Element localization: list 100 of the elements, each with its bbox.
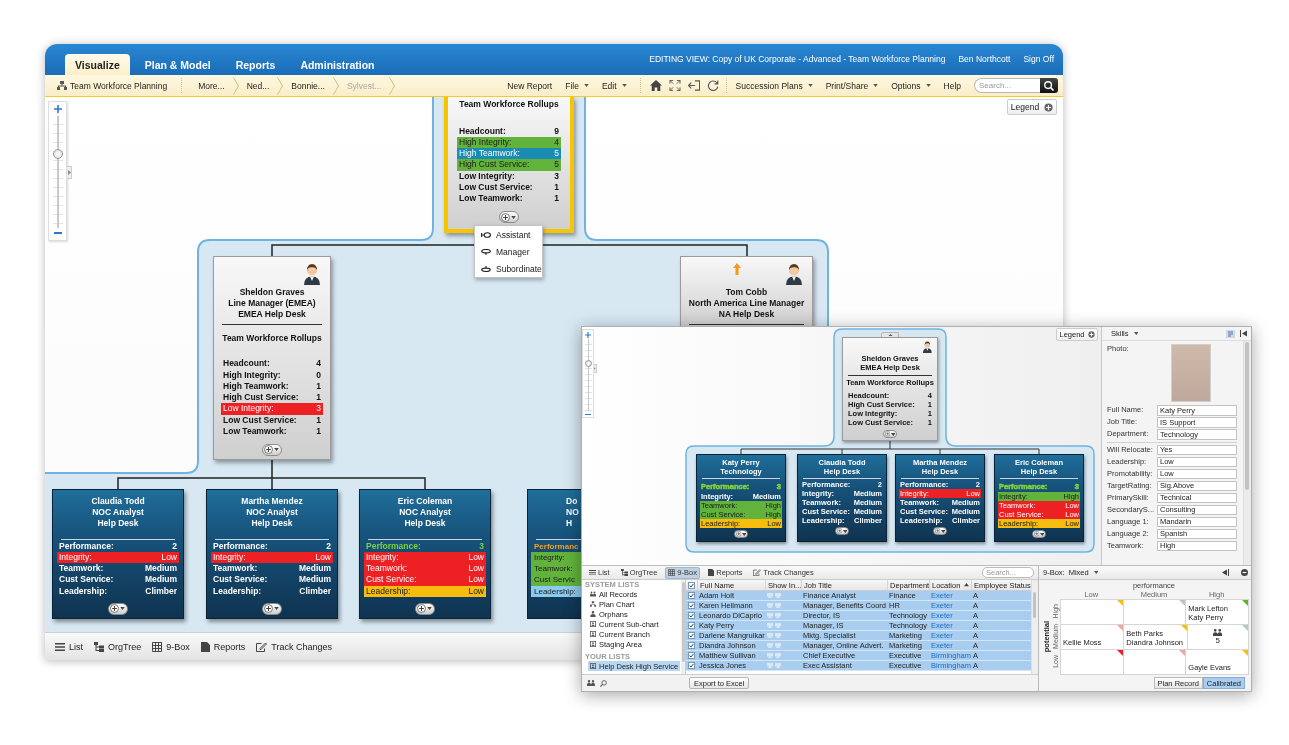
menu-item[interactable]: Subordinate bbox=[475, 260, 542, 277]
collapse-icon[interactable] bbox=[1222, 569, 1229, 576]
job-title: NO bbox=[565, 506, 580, 518]
user-link[interactable]: Ben Northcott bbox=[958, 54, 1011, 64]
zoom-in-icon[interactable] bbox=[585, 332, 591, 338]
menu-button[interactable]: File bbox=[565, 80, 589, 91]
exit-icon[interactable] bbox=[687, 80, 700, 91]
rollup-value: 1 bbox=[316, 380, 321, 393]
add-button[interactable] bbox=[262, 603, 282, 615]
employee-card[interactable]: Eric Coleman NOC Analyst Help Desk Performance: 3 Integrity: Low Teamwork: Low Cust Service: Low Leadership: Low bbox=[359, 489, 491, 619]
checkbox[interactable] bbox=[688, 632, 695, 639]
scrollbar[interactable] bbox=[1243, 341, 1251, 565]
rollup-label: High Teamwork: bbox=[459, 148, 520, 160]
org-node[interactable]: Sheldon Graves Line Manager (EMEA) EMEA Help Desk Team Workforce Rollups Headcount: 4 High Integrity: 0 High Teamwork: 1 High Cust Service: 1 Low Integrity: 3 Low Cust Service: 1 Low Teamwork: 1 bbox=[213, 256, 331, 460]
breadcrumb-link[interactable]: More... bbox=[192, 80, 231, 91]
menu-item[interactable]: Manager bbox=[475, 243, 542, 260]
menu-button[interactable]: New Report bbox=[507, 80, 553, 91]
search-field[interactable]: Search... bbox=[974, 78, 1040, 93]
grid-cell[interactable]: 5 bbox=[1186, 624, 1249, 650]
menu-button[interactable]: Options bbox=[891, 80, 931, 91]
nav-tab[interactable]: Administration bbox=[290, 54, 385, 75]
checkbox[interactable] bbox=[688, 592, 695, 599]
slider-thumb[interactable] bbox=[52, 148, 63, 159]
slider-thumb[interactable] bbox=[584, 360, 592, 368]
menu-button[interactable]: Edit bbox=[601, 80, 627, 91]
checkbox[interactable] bbox=[688, 602, 695, 609]
employee-name: Sheldon Graves bbox=[238, 286, 306, 298]
node-link-icon bbox=[481, 265, 491, 272]
checkbox[interactable] bbox=[688, 642, 695, 649]
home-icon[interactable] bbox=[649, 80, 662, 91]
rollup-label: High Cust Service: bbox=[223, 392, 299, 404]
checkbox[interactable] bbox=[688, 581, 695, 589]
nav-tab[interactable]: Reports bbox=[225, 54, 286, 75]
org-tree-icon bbox=[94, 641, 104, 652]
sign-off-link[interactable]: Sign Off bbox=[1023, 54, 1054, 64]
monitor-icon bbox=[767, 653, 773, 658]
nav-tab[interactable]: Visualize bbox=[65, 54, 130, 75]
nav-tab[interactable]: Plan & Model bbox=[134, 54, 221, 75]
count-label: 5 bbox=[1215, 636, 1221, 646]
add-button[interactable] bbox=[1032, 530, 1046, 538]
rollup-title: Team Workforce Rollups bbox=[221, 332, 323, 344]
view-button[interactable]: 9-Box bbox=[152, 641, 190, 652]
menu-button[interactable]: Help bbox=[943, 80, 961, 91]
view-button[interactable]: List bbox=[55, 641, 83, 652]
add-button[interactable] bbox=[415, 603, 435, 615]
zoom-in-icon[interactable] bbox=[53, 105, 62, 113]
view-button[interactable]: OrgTree bbox=[94, 641, 142, 652]
caret-icon bbox=[807, 84, 813, 87]
add-button[interactable] bbox=[262, 443, 282, 456]
metric-label: Cust Service: bbox=[59, 574, 114, 586]
edit-icon bbox=[753, 569, 762, 576]
grid-cell[interactable] bbox=[1060, 649, 1124, 675]
add-button[interactable] bbox=[835, 527, 849, 535]
caret-icon bbox=[940, 529, 945, 533]
grid-cell[interactable] bbox=[1060, 599, 1124, 625]
rollup-value: 4 bbox=[554, 136, 559, 149]
checkbox[interactable] bbox=[688, 652, 695, 659]
view-button[interactable]: Reports bbox=[200, 641, 246, 652]
grid-cell[interactable] bbox=[1122, 649, 1187, 675]
people-icon[interactable] bbox=[587, 679, 595, 687]
add-button[interactable] bbox=[883, 430, 897, 438]
employee-card[interactable]: Do NO H Performanc Integrity: Teamwork: Cust Servic Leadership: bbox=[527, 489, 581, 619]
org-node[interactable]: Tom Cobb North America Line Manager NA Help Desk bbox=[680, 256, 813, 327]
department-name: Help Desk bbox=[96, 517, 140, 529]
search-button[interactable] bbox=[1040, 78, 1058, 93]
expand-handle[interactable] bbox=[594, 364, 597, 373]
minus-circle-icon[interactable] bbox=[1241, 569, 1248, 576]
menu-button[interactable]: Succession Plans bbox=[735, 80, 813, 91]
grid-cell[interactable] bbox=[1122, 599, 1187, 625]
employee-card[interactable]: Martha Mendez NOC Analyst Help Desk Performance: 2 Integrity: Low Teamwork: Medium Cust Service: Medium Leadership: Climber bbox=[206, 489, 338, 619]
metric-label: Performanc bbox=[534, 540, 579, 552]
collapse-button[interactable] bbox=[881, 332, 899, 337]
menu-button[interactable]: Print/Share bbox=[825, 80, 879, 91]
refresh-icon[interactable] bbox=[706, 80, 719, 91]
checkbox[interactable] bbox=[688, 662, 695, 669]
rollup-label: Low Cust Service: bbox=[223, 414, 297, 427]
add-button[interactable] bbox=[933, 527, 947, 535]
add-button[interactable] bbox=[499, 211, 519, 224]
employee-card[interactable]: Claudia Todd NOC Analyst Help Desk Performance: 2 Integrity: Low Teamwork: Medium Cust Service: Medium Leadership: Climber bbox=[52, 489, 184, 619]
metric-value: Low bbox=[468, 563, 484, 575]
add-button[interactable] bbox=[734, 530, 748, 538]
monitor-icon bbox=[767, 593, 773, 598]
view-button[interactable]: Track Changes bbox=[256, 641, 332, 652]
checkbox[interactable] bbox=[688, 622, 695, 629]
metric-value: Low bbox=[468, 574, 484, 586]
org-chart-icon bbox=[57, 81, 67, 90]
rollup-value: 9 bbox=[554, 125, 559, 137]
add-button[interactable] bbox=[108, 603, 128, 615]
department-name: Help Desk bbox=[250, 517, 294, 529]
fit-screen-icon[interactable] bbox=[668, 80, 681, 91]
checkbox[interactable] bbox=[688, 612, 695, 619]
expand-handle[interactable] bbox=[67, 166, 72, 179]
person-icon bbox=[304, 263, 320, 285]
breadcrumb-link[interactable]: Bonnie... bbox=[285, 80, 331, 91]
collapse-icon[interactable] bbox=[1240, 330, 1247, 337]
search-icon[interactable] bbox=[600, 679, 607, 687]
rollup-label: High Cust Service: bbox=[459, 159, 530, 171]
breadcrumb-link[interactable]: Ned... bbox=[240, 80, 276, 91]
chart-name[interactable]: Team Workforce Planning bbox=[70, 80, 168, 91]
legend-button[interactable]: Legend bbox=[1007, 99, 1057, 115]
